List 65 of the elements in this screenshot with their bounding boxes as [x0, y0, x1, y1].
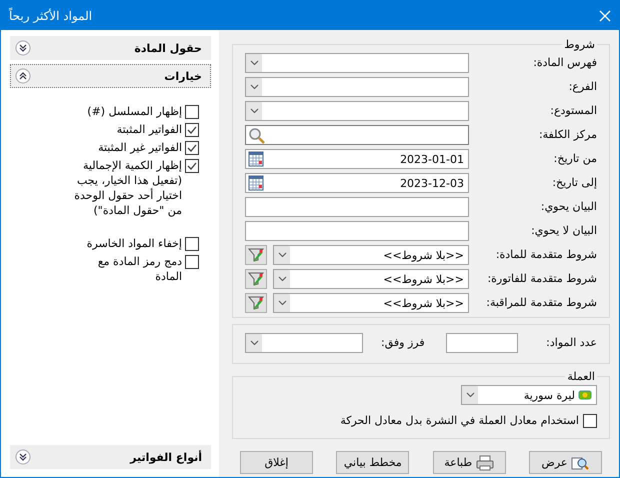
- calendar-icon[interactable]: [248, 175, 264, 191]
- input-field[interactable]: [245, 197, 469, 217]
- view-button[interactable]: عرض: [529, 451, 602, 474]
- expand-icon[interactable]: [15, 40, 31, 56]
- calendar-icon[interactable]: [248, 151, 264, 167]
- field-label: فرز وفق:: [381, 335, 425, 351]
- dropdown[interactable]: <<بلا شروط>>: [273, 293, 469, 313]
- field-label: عدد المواد:: [546, 335, 597, 351]
- option-label: استخدام معادل العملة في النشرة بدل معادل الحركة: [340, 413, 579, 428]
- dropdown[interactable]: [245, 53, 469, 73]
- group-title: شروط: [563, 38, 596, 51]
- input-field[interactable]: [446, 333, 518, 353]
- filter-button[interactable]: [245, 269, 267, 289]
- checkbox[interactable]: [185, 105, 199, 119]
- chart-button[interactable]: مخطط بياني: [336, 451, 410, 474]
- option-label: إخفاء المواد الخاسرة: [86, 236, 182, 251]
- input-field[interactable]: [245, 221, 469, 241]
- field-label: من تاريخ:: [552, 151, 597, 167]
- field-label: البيان يحوي:: [540, 199, 597, 215]
- checkbox[interactable]: [185, 123, 199, 137]
- section-header[interactable]: حقول المادة: [10, 36, 211, 60]
- checkbox[interactable]: [185, 255, 199, 269]
- section-header[interactable]: أنواع الفواتير: [10, 445, 211, 469]
- printer-icon: [476, 454, 494, 470]
- field-label: الفرع:: [568, 79, 597, 95]
- field-label: المستودع:: [549, 103, 597, 119]
- magnifier-icon: [571, 454, 590, 470]
- field-label: البيان لا يحوي:: [530, 223, 597, 239]
- field-label: شروط متقدمة للمراقبة:: [485, 295, 597, 311]
- checkbox[interactable]: [185, 141, 199, 155]
- close-icon[interactable]: [599, 10, 611, 22]
- dropdown[interactable]: [245, 77, 469, 97]
- date-field[interactable]: 2023-12-03: [245, 173, 469, 193]
- section-header[interactable]: خيارات: [10, 64, 211, 88]
- filter-button[interactable]: [245, 293, 267, 313]
- collapse-icon[interactable]: [15, 68, 31, 84]
- dropdown[interactable]: <<بلا شروط>>: [273, 245, 469, 265]
- close-button[interactable]: إغلاق: [240, 451, 314, 474]
- dropdown[interactable]: [245, 333, 363, 353]
- field-label: شروط متقدمة للمادة:: [494, 247, 597, 263]
- field-label: فهرس المادة:: [532, 55, 597, 71]
- window-title: المواد الأكثر ربحاً: [9, 8, 92, 22]
- group-title: العملة: [566, 370, 596, 383]
- option-label: دمج رمز المادة مع المادة: [96, 254, 182, 284]
- search-field[interactable]: [245, 125, 469, 145]
- expand-icon[interactable]: [15, 449, 31, 465]
- field-label: شروط متقدمة للفاتورة:: [486, 271, 597, 287]
- print-button[interactable]: طباعة: [432, 451, 506, 474]
- dropdown[interactable]: ليرة سورية: [461, 385, 597, 405]
- search-icon[interactable]: [248, 126, 266, 144]
- field-label: إلى تاريخ:: [551, 175, 597, 191]
- money-icon: [578, 389, 592, 401]
- option-label: الفواتير المثبتة: [116, 122, 182, 137]
- checkbox[interactable]: [583, 414, 597, 428]
- option-label: الفواتير غير المثبتة: [98, 140, 182, 155]
- field-label: مركز الكلفة:: [538, 127, 597, 143]
- checkbox[interactable]: [185, 237, 199, 251]
- dropdown[interactable]: <<بلا شروط>>: [273, 269, 469, 289]
- dropdown[interactable]: [245, 101, 469, 121]
- option-label: إظهار المسلسل (#): [87, 104, 182, 119]
- option-label: إظهار الكمية الإجمالية (تفعيل هذا الخيار، يجب اختيار أحد حقول الوحدة من "حقول المادة"): [73, 158, 182, 218]
- filter-button[interactable]: [245, 245, 267, 265]
- currency-value: ليرة سورية: [524, 388, 575, 402]
- checkbox[interactable]: [185, 159, 199, 173]
- date-field[interactable]: 2023-01-01: [245, 149, 469, 169]
